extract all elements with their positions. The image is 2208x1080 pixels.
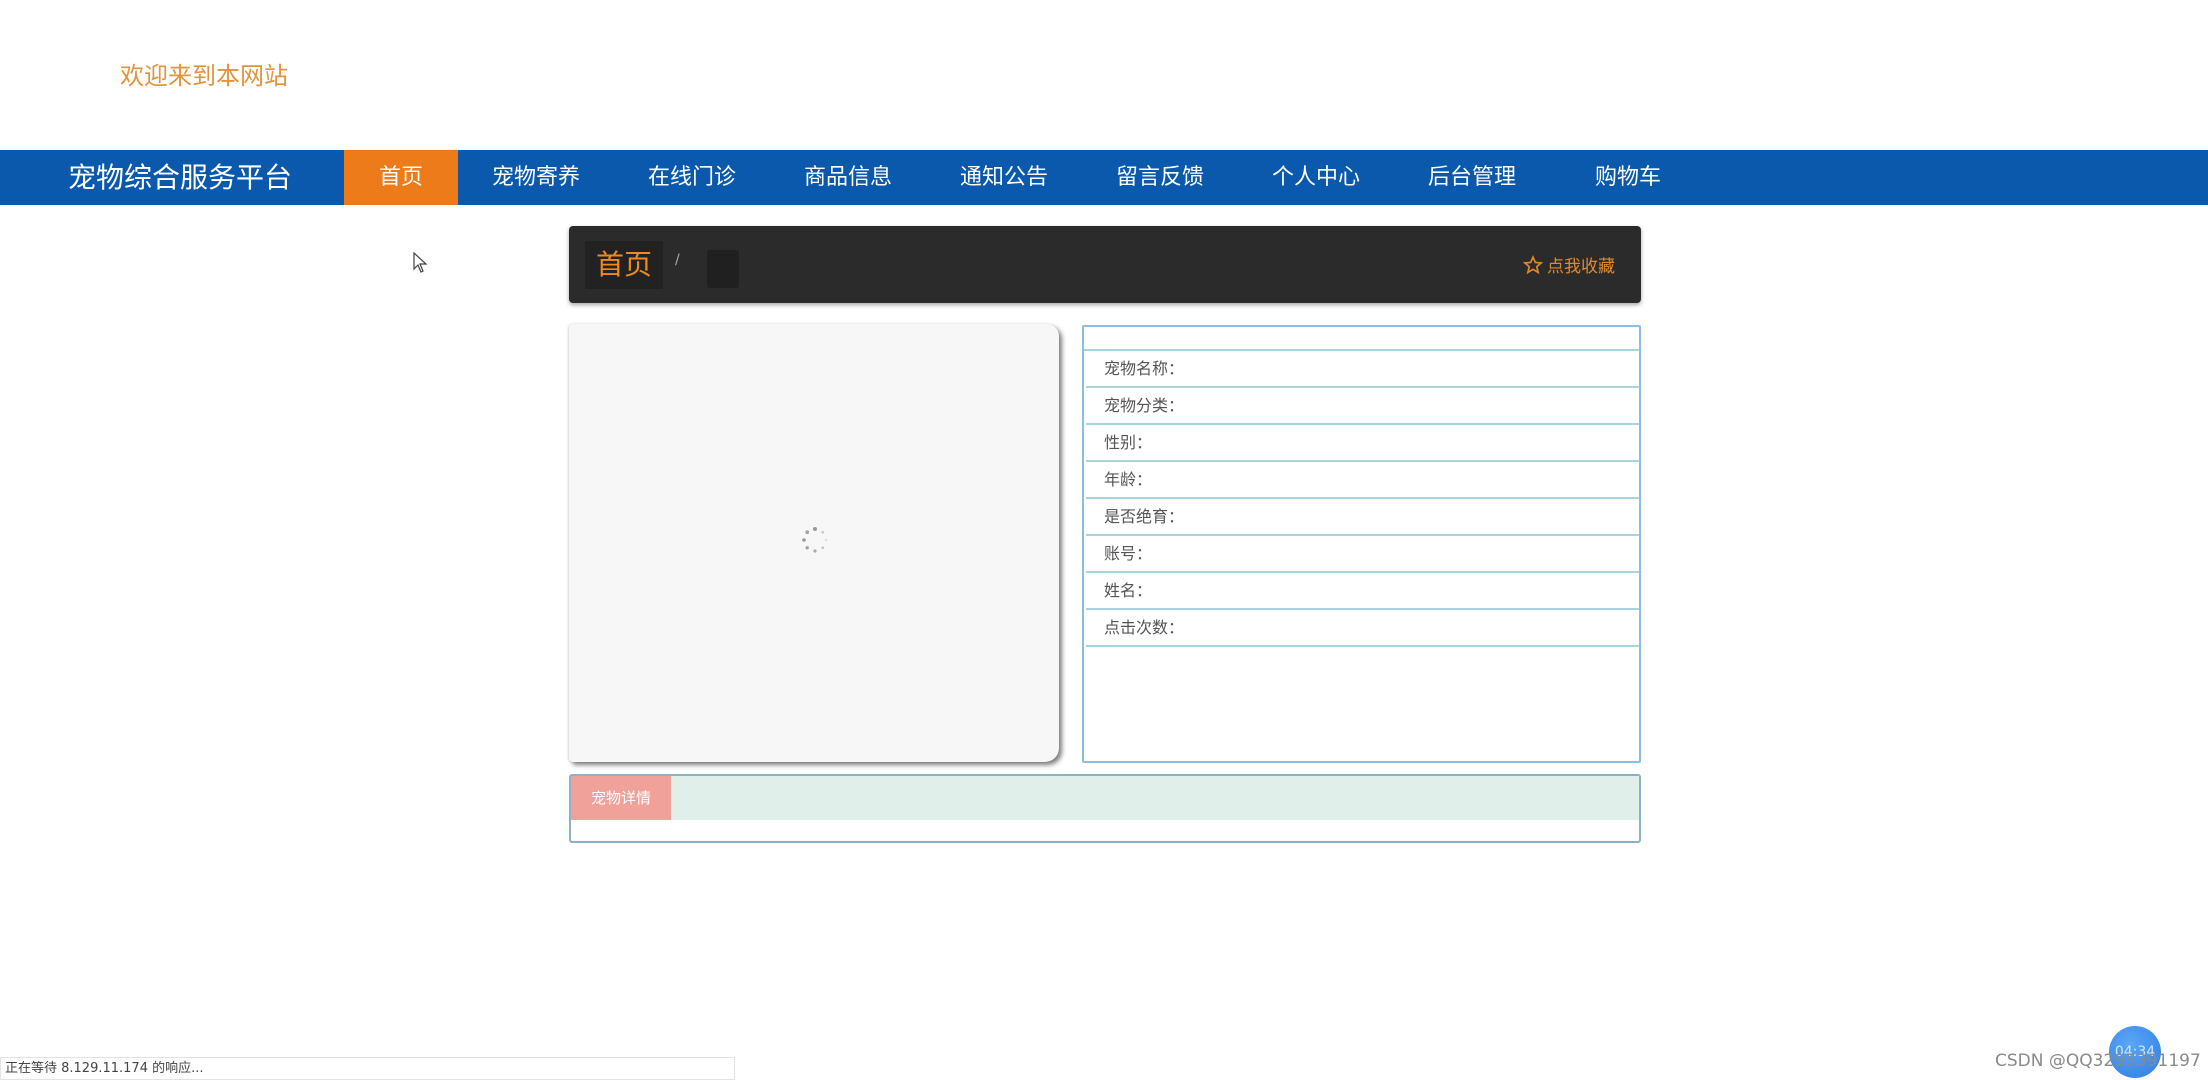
- nav-item-home[interactable]: 首页: [344, 150, 458, 205]
- nav-item-online-clinic[interactable]: 在线门诊: [614, 150, 770, 205]
- pet-info-panel: 宠物名称： 宠物分类： 性别： 年龄： 是否绝育： 账号： 姓名： 点击次数：: [1082, 325, 1641, 763]
- breadcrumb-current: [707, 250, 739, 288]
- main-navbar: 宠物综合服务平台 首页 宠物寄养 在线门诊 商品信息 通知公告 留言反馈 个人中…: [0, 150, 2208, 205]
- info-panel-header: [1084, 327, 1639, 351]
- nav-item-personal-center[interactable]: 个人中心: [1238, 150, 1394, 205]
- nav-item-pet-boarding[interactable]: 宠物寄养: [458, 150, 614, 205]
- field-pet-name: 宠物名称：: [1086, 351, 1639, 388]
- field-click-count: 点击次数：: [1086, 610, 1639, 647]
- breadcrumb-home[interactable]: 首页: [585, 241, 664, 289]
- field-age: 年龄：: [1086, 462, 1639, 499]
- favorite-button[interactable]: 点我收藏: [1523, 252, 1615, 277]
- pet-image-panel: [569, 324, 1059, 762]
- browser-status-bar: 正在等待 8.129.11.174 的响应...: [0, 1057, 735, 1080]
- nav-menu: 首页 宠物寄养 在线门诊 商品信息 通知公告 留言反馈 个人中心 后台管理 购物…: [344, 150, 1706, 205]
- detail-tab-strip: 宠物详情: [571, 776, 1639, 820]
- welcome-text: 欢迎来到本网站: [120, 62, 288, 90]
- star-outline-icon: [1523, 254, 1543, 274]
- nav-item-products[interactable]: 商品信息: [770, 150, 926, 205]
- nav-item-notices[interactable]: 通知公告: [926, 150, 1082, 205]
- field-pet-category: 宠物分类：: [1086, 388, 1639, 425]
- field-account: 账号：: [1086, 536, 1639, 573]
- mouse-cursor-icon: [413, 252, 428, 273]
- loading-spinner-icon: [802, 527, 828, 553]
- breadcrumb-separator: /: [675, 252, 680, 268]
- field-owner-name: 姓名：: [1086, 573, 1639, 610]
- breadcrumb: 首页 / 点我收藏: [569, 226, 1641, 303]
- nav-item-feedback[interactable]: 留言反馈: [1082, 150, 1238, 205]
- nav-item-cart[interactable]: 购物车: [1550, 150, 1706, 205]
- watermark-text: CSDN @QQ3295391197: [1995, 1051, 2201, 1071]
- site-brand[interactable]: 宠物综合服务平台: [68, 150, 292, 205]
- favorite-label: 点我收藏: [1547, 257, 1615, 277]
- tab-pet-details[interactable]: 宠物详情: [571, 776, 671, 820]
- field-neutered: 是否绝育：: [1086, 499, 1639, 536]
- pet-detail-panel: 宠物详情: [569, 774, 1641, 843]
- nav-item-admin[interactable]: 后台管理: [1394, 150, 1550, 205]
- field-gender: 性别：: [1086, 425, 1639, 462]
